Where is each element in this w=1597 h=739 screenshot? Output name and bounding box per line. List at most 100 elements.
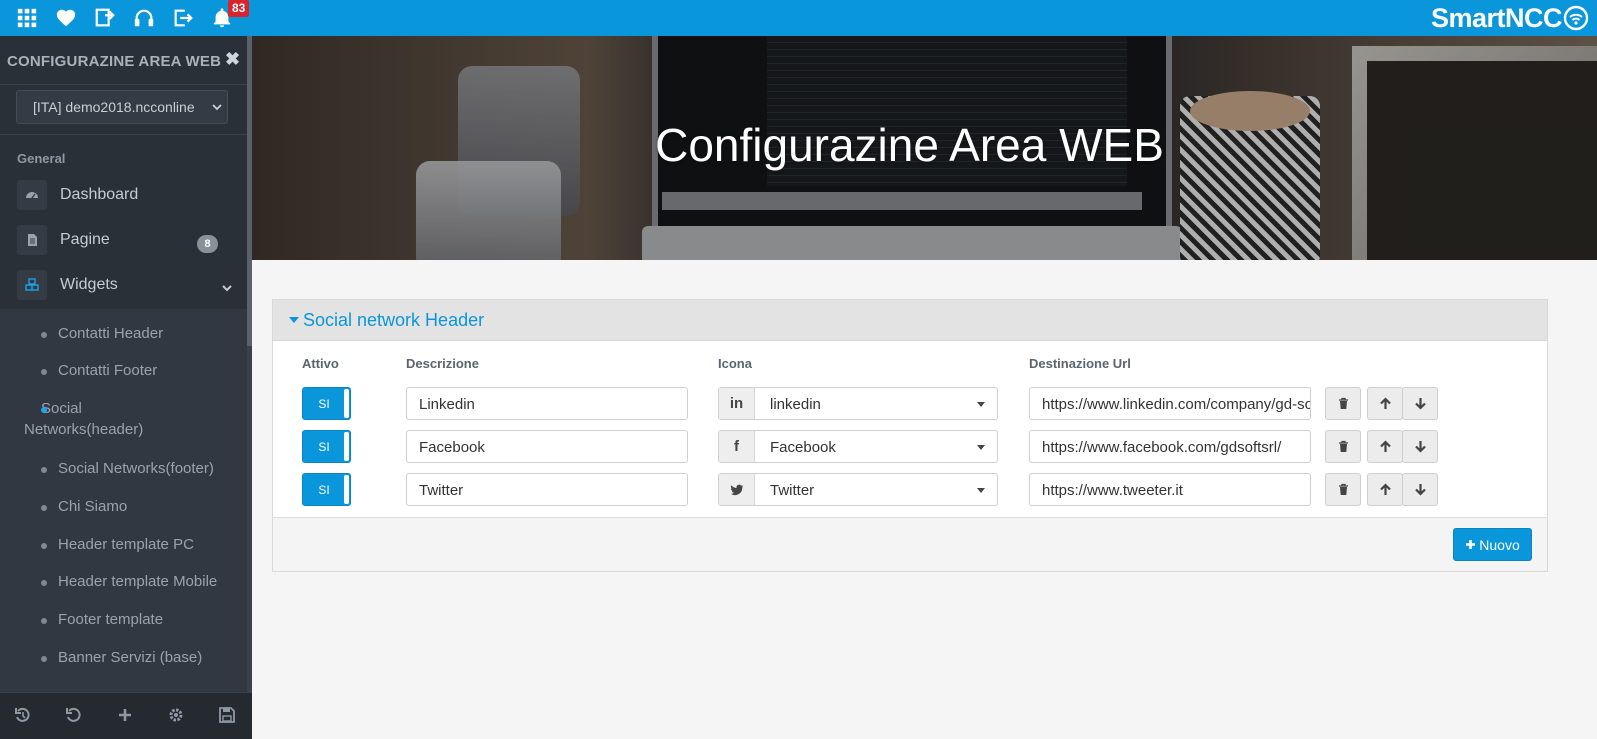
active-toggle[interactable]: SI: [302, 387, 351, 420]
facebook-icon: f: [719, 431, 755, 462]
delete-button[interactable]: [1325, 430, 1361, 463]
sidebar-title: CONFIGURAZINE AREA WEB: [7, 53, 222, 70]
chevron-down-icon[interactable]: [220, 281, 234, 295]
sidebar: CONFIGURAZINE AREA WEB ✖ [ITA] demo2018.…: [0, 36, 252, 739]
delete-button[interactable]: [1325, 473, 1361, 506]
smartncc-logo[interactable]: SmartNCC: [1431, 2, 1589, 34]
site-select-value: [ITA] demo2018.ncconline: [33, 99, 195, 115]
url-input[interactable]: https://www.facebook.com/gdsoftsrl/: [1029, 430, 1311, 463]
sidebar-item-dashboard[interactable]: Dashboard: [0, 175, 248, 219]
plus-icon: [1466, 540, 1476, 549]
caret-down-icon: [977, 402, 985, 407]
url-input[interactable]: https://www.linkedin.com/company/gd-soft: [1029, 387, 1311, 420]
move-up-button[interactable]: [1367, 430, 1403, 463]
panel-header[interactable]: Social network Header: [273, 300, 1547, 341]
move-up-button[interactable]: [1367, 387, 1403, 420]
trash-icon: [1338, 440, 1348, 452]
caret-down-icon: [289, 317, 299, 323]
submenu-label: Chi Siamo: [58, 498, 128, 515]
screen-icon[interactable]: [93, 5, 117, 31]
submenu-item[interactable]: Banner Servizi (base): [41, 647, 202, 668]
settings-icon[interactable]: [167, 706, 185, 724]
submenu-item[interactable]: Contatti Header: [41, 323, 163, 344]
logout-icon[interactable]: [171, 5, 195, 31]
close-icon[interactable]: ✖: [225, 49, 240, 70]
bullet-icon: [41, 656, 47, 662]
page-title: Configurazine Area WEB: [655, 119, 1164, 171]
bullet-icon: [41, 580, 47, 586]
sidebar-item-label: Dashboard: [60, 186, 139, 203]
icon-select-value: linkedin: [770, 396, 821, 413]
arrow-down-icon: [1414, 398, 1426, 410]
move-down-button[interactable]: [1402, 430, 1438, 463]
sidebar-item-widgets[interactable]: Widgets: [0, 265, 248, 309]
bullet-icon: [41, 467, 47, 473]
sidebar-footer: [0, 692, 252, 739]
column-header-url: Destinazione Url: [1029, 356, 1131, 371]
toggle-knob: [344, 432, 349, 461]
submenu-label: Contatti Footer: [58, 362, 158, 379]
icon-select[interactable]: Twitter: [718, 473, 998, 506]
arrow-up-icon: [1379, 440, 1391, 452]
cubes-icon: [17, 270, 47, 300]
refresh-icon[interactable]: [65, 706, 83, 724]
new-button-label: Nuovo: [1479, 536, 1520, 553]
submenu-item-active[interactable]: Social Networks(header): [24, 398, 191, 440]
add-icon[interactable]: [116, 706, 134, 724]
description-input[interactable]: Linkedin: [406, 387, 688, 420]
bullet-icon: [41, 332, 47, 338]
active-toggle[interactable]: SI: [302, 430, 351, 463]
sidebar-item-label: Widgets: [60, 276, 118, 293]
save-icon[interactable]: [218, 706, 236, 724]
submenu-item[interactable]: Header template PC: [41, 534, 194, 555]
submenu-item[interactable]: Header template Mobile: [41, 571, 217, 592]
move-down-button[interactable]: [1402, 473, 1438, 506]
submenu-label: Contatti Header: [58, 325, 164, 342]
move-down-button[interactable]: [1402, 387, 1438, 420]
icon-select[interactable]: f Facebook: [718, 430, 998, 463]
wifi-logo-icon: [1563, 5, 1589, 31]
submenu-label: Header template PC: [58, 536, 194, 553]
new-button[interactable]: Nuovo: [1453, 528, 1532, 561]
toggle-label: SI: [318, 483, 330, 497]
submenu-item[interactable]: Social Networks(footer): [41, 458, 214, 479]
column-header-icon: Icona: [718, 356, 752, 371]
site-select[interactable]: [ITA] demo2018.ncconline: [16, 90, 228, 124]
caret-down-icon: [977, 445, 985, 450]
divider: [0, 134, 252, 135]
headset-icon[interactable]: [132, 5, 156, 31]
description-input[interactable]: Twitter: [406, 473, 688, 506]
description-input[interactable]: Facebook: [406, 430, 688, 463]
icon-select[interactable]: in linkedin: [718, 387, 998, 420]
widgets-submenu: Contatti Header Contatti Footer Social N…: [0, 309, 248, 694]
submenu-label: Banner Servizi (base): [58, 649, 203, 666]
submenu-item[interactable]: Chi Siamo: [41, 496, 127, 517]
icon-select-value: Facebook: [770, 439, 836, 456]
sidebar-item-pagine[interactable]: Pagine 8: [0, 220, 248, 264]
chevron-down-icon: [212, 104, 222, 111]
submenu-item[interactable]: Footer template: [41, 609, 163, 630]
submenu-label: Social Networks(footer): [58, 460, 214, 477]
bullet-icon: [41, 618, 47, 624]
sidebar-item-label: Pagine: [60, 231, 110, 248]
submenu-item[interactable]: Contatti Footer: [41, 360, 157, 381]
delete-button[interactable]: [1325, 387, 1361, 420]
active-toggle[interactable]: SI: [302, 473, 351, 506]
section-label: General: [17, 151, 66, 166]
bullet-icon: [41, 543, 47, 549]
toggle-knob: [344, 389, 349, 418]
arrow-down-icon: [1414, 484, 1426, 496]
undo-icon[interactable]: [14, 706, 32, 724]
toggle-label: SI: [318, 397, 330, 411]
panel-footer: [273, 517, 1547, 571]
url-input[interactable]: https://www.tweeter.it: [1029, 473, 1311, 506]
count-badge: 8: [197, 235, 218, 253]
heart-icon[interactable]: [54, 5, 78, 31]
move-up-button[interactable]: [1367, 473, 1403, 506]
apps-grid-icon[interactable]: [15, 5, 39, 31]
toggle-label: SI: [318, 440, 330, 454]
arrow-up-icon: [1379, 483, 1391, 495]
trash-icon: [1338, 397, 1348, 409]
arrow-up-icon: [1379, 397, 1391, 409]
submenu-label: Header template Mobile: [58, 573, 218, 590]
